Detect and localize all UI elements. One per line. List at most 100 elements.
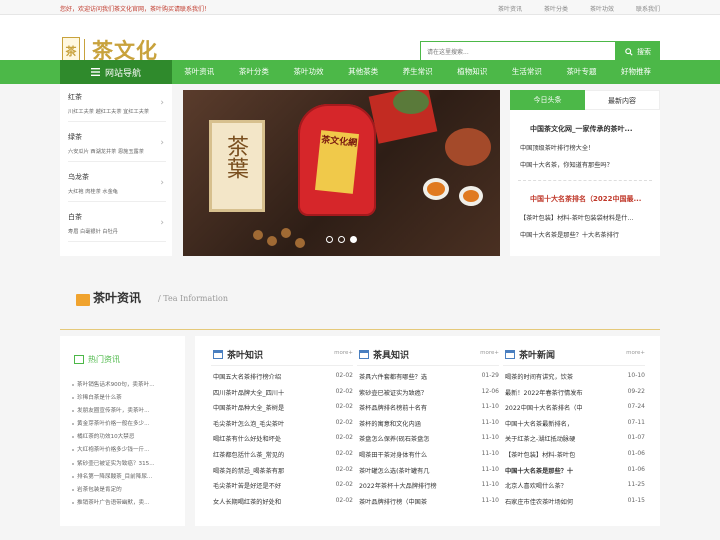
- headline-title[interactable]: 中国十大名茶排名（2022中国最...: [530, 194, 641, 204]
- article-title[interactable]: 女人长期喝红茶的好处和: [213, 497, 323, 506]
- list-item[interactable]: 大红袍茶叶价格多少钱一斤...: [72, 445, 180, 458]
- headline-link[interactable]: 中国十大名茶，你知道有那些吗？: [520, 160, 613, 169]
- article-title[interactable]: 毛尖茶叶苦是好还是不好: [213, 481, 323, 490]
- article-title[interactable]: 茶杯品牌排名榜前十名有: [359, 403, 469, 412]
- article-title[interactable]: 喝茶尧的禁忌_喝茶茶有那: [213, 466, 323, 475]
- hero-banner[interactable]: 茶葉 茶文化網: [183, 90, 500, 256]
- carousel-dot-3[interactable]: [350, 236, 357, 243]
- table-row[interactable]: 茶杯品牌排名榜前十名有 11-10: [359, 403, 499, 419]
- more-link[interactable]: more+: [626, 350, 645, 356]
- category-green-tea[interactable]: 绿茶 六安瓜片 西湖龙井茶 恩施玉露茶 ›: [68, 126, 166, 162]
- table-row[interactable]: 中国五大名茶排行榜介绍 02-02: [213, 372, 353, 388]
- list-item[interactable]: 排名第一降尿酸茶_目前降尿...: [72, 472, 180, 485]
- table-row[interactable]: 中国十大名茶最新排名， 07-11: [505, 419, 645, 435]
- table-row[interactable]: 【茶叶包装】材料-茶叶包 01-06: [505, 450, 645, 466]
- nav-item-topic[interactable]: 茶叶专题: [554, 60, 609, 84]
- table-row[interactable]: 喝茶的时间有讲究，饮茶 10-10: [505, 372, 645, 388]
- nav-item-other-tea[interactable]: 其他茶类: [336, 60, 391, 84]
- table-row[interactable]: 喝茶田干茶对身体有什么 11-10: [359, 450, 499, 466]
- article-title[interactable]: 茶叶品牌排行榜（中国茶: [359, 497, 469, 506]
- article-title[interactable]: 关于红茶之-湖红抵动脉硬: [505, 434, 615, 443]
- nav-item-tea-news[interactable]: 茶叶资讯: [172, 60, 227, 84]
- list-item[interactable]: 发朋友圈宣传茶叶，卖茶叶...: [72, 406, 180, 419]
- nav-item-recommend[interactable]: 好物推荐: [609, 60, 664, 84]
- tab-latest-content[interactable]: 最新内容: [585, 90, 660, 110]
- article-title[interactable]: 2022年茶杯十大品牌排行榜: [359, 481, 469, 490]
- table-row[interactable]: 中国十大名茶是那些？十 01-06: [505, 466, 645, 482]
- headline-link[interactable]: 中国顶级茶叶排行榜大全！: [520, 143, 594, 152]
- list-item[interactable]: 橘红茶的功效10大禁忌: [72, 432, 180, 445]
- article-title[interactable]: 红茶都包括什么茶_常见的: [213, 450, 323, 459]
- table-row[interactable]: 关于红茶之-湖红抵动脉硬 01-07: [505, 434, 645, 450]
- table-row[interactable]: 茶杯的寓意和文化内涵 11-10: [359, 419, 499, 435]
- table-row[interactable]: 毛尖茶叶苦是好还是不好 02-02: [213, 481, 353, 497]
- table-row[interactable]: 紫砂壶已被证实为致癌？ 12-06: [359, 388, 499, 404]
- table-row[interactable]: 茶叶品牌排行榜（中国茶 11-10: [359, 497, 499, 513]
- table-row[interactable]: 毛尖茶叶怎么泡_毛尖茶叶 02-02: [213, 419, 353, 435]
- headline-title[interactable]: 中国茶文化网_一家传承的茶叶...: [530, 124, 632, 134]
- article-title[interactable]: 茶杯的寓意和文化内涵: [359, 419, 469, 428]
- article-title[interactable]: 毛尖茶叶怎么泡_毛尖茶叶: [213, 419, 323, 428]
- table-row[interactable]: 喝茶尧的禁忌_喝茶茶有那 02-02: [213, 466, 353, 482]
- article-title[interactable]: 中国茶叶品种大全_茶树是: [213, 403, 323, 412]
- article-title[interactable]: 最新！2022年春茶行情发布: [505, 388, 615, 397]
- table-row[interactable]: 2022中国十大名茶排名（中 07-24: [505, 403, 645, 419]
- tab-today-headlines[interactable]: 今日头条: [510, 90, 585, 110]
- headline-link[interactable]: 中国十大名茶是那些？十大名茶排行: [520, 230, 619, 239]
- headlines-box: 今日头条 最新内容 中国茶文化网_一家传承的茶叶... 中国顶级茶叶排行榜大全！…: [510, 90, 660, 256]
- article-title[interactable]: 石家庄市佳农茶叶场如何: [505, 497, 615, 506]
- top-link-effect[interactable]: 茶叶功效: [590, 4, 614, 13]
- article-title[interactable]: 茶叶罐怎么选(茶叶罐有几: [359, 466, 469, 475]
- table-row[interactable]: 北京人喜欢喝什么茶？ 11-25: [505, 481, 645, 497]
- category-white-tea[interactable]: 白茶 寿眉 白毫银针 白牡丹 ›: [68, 206, 166, 242]
- list-item[interactable]: 紫砂壶已被证实为致癌？315...: [72, 459, 180, 472]
- table-row[interactable]: 2022年茶杯十大品牌排行榜 11-10: [359, 481, 499, 497]
- article-title[interactable]: 喝红茶有什么好处和坏处: [213, 434, 323, 443]
- nav-item-life[interactable]: 生活常识: [500, 60, 555, 84]
- list-item[interactable]: 推销茶叶广告语带幽默，卖...: [72, 498, 180, 511]
- table-row[interactable]: 最新！2022年春茶行情发布 09-22: [505, 388, 645, 404]
- table-row[interactable]: 四川茶叶品牌大全_四川十 02-02: [213, 388, 353, 404]
- list-item[interactable]: 珍稀白茶是什么茶: [72, 393, 180, 406]
- carousel-dot-2[interactable]: [338, 236, 345, 243]
- article-title[interactable]: 【茶叶包装】材料-茶叶包: [505, 450, 615, 459]
- article-title[interactable]: 中国五大名茶排行榜介绍: [213, 372, 323, 381]
- table-row[interactable]: 茶具六件套都有哪些？选 01-29: [359, 372, 499, 388]
- article-title[interactable]: 喝茶田干茶对身体有什么: [359, 450, 469, 459]
- table-row[interactable]: 女人长期喝红茶的好处和 02-02: [213, 497, 353, 513]
- table-row[interactable]: 红茶都包括什么茶_常见的 02-02: [213, 450, 353, 466]
- nav-item-health[interactable]: 养生常识: [390, 60, 445, 84]
- article-title[interactable]: 紫砂壶已被证实为致癌？: [359, 388, 469, 397]
- table-row[interactable]: 茶盘怎么保养(砚石茶盘怎 11-10: [359, 434, 499, 450]
- top-link-news[interactable]: 茶叶资讯: [498, 4, 522, 13]
- top-link-category[interactable]: 茶叶分类: [544, 4, 568, 13]
- carousel-dot-1[interactable]: [326, 236, 333, 243]
- article-title[interactable]: 中国十大名茶是那些？十: [505, 466, 615, 475]
- article-title[interactable]: 北京人喜欢喝什么茶？: [505, 481, 615, 490]
- category-black-tea[interactable]: 红茶 川红工夫茶 越红工夫茶 宜红工夫茶 ›: [68, 86, 166, 122]
- headline-link[interactable]: 【茶叶包装】材料-茶叶包装袋材料是什...: [520, 213, 633, 222]
- article-title[interactable]: 茶具六件套都有哪些？选: [359, 372, 469, 381]
- article-title[interactable]: 2022中国十大名茶排名（中: [505, 403, 615, 412]
- nav-item-tea-effect[interactable]: 茶叶功效: [281, 60, 336, 84]
- table-row[interactable]: 石家庄市佳农茶叶场如何 01-15: [505, 497, 645, 513]
- more-link[interactable]: more+: [480, 350, 499, 356]
- list-item[interactable]: 茶叶销售话术900句，卖茶叶...: [72, 380, 180, 393]
- nav-item-plant[interactable]: 植物知识: [445, 60, 500, 84]
- nav-item-tea-category[interactable]: 茶叶分类: [227, 60, 282, 84]
- more-link[interactable]: more+: [334, 350, 353, 356]
- category-oolong-tea[interactable]: 乌龙茶 大红袍 肉桂茶 水金龟 ›: [68, 166, 166, 202]
- list-item[interactable]: 岩茶包装是肯定的: [72, 485, 180, 498]
- top-link-contact[interactable]: 联系我们: [636, 4, 660, 13]
- article-title[interactable]: 喝茶的时间有讲究，饮茶: [505, 372, 615, 381]
- article-title[interactable]: 四川茶叶品牌大全_四川十: [213, 388, 323, 397]
- table-row[interactable]: 茶叶罐怎么选(茶叶罐有几 11-10: [359, 466, 499, 482]
- table-row[interactable]: 中国茶叶品种大全_茶树是 02-02: [213, 403, 353, 419]
- article-title[interactable]: 中国十大名茶最新排名，: [505, 419, 615, 428]
- article-title[interactable]: 茶盘怎么保养(砚石茶盘怎: [359, 434, 469, 443]
- table-row[interactable]: 喝红茶有什么好处和坏处 02-02: [213, 434, 353, 450]
- section-title: 茶叶资讯: [93, 291, 142, 305]
- tea-news-heading: 茶叶资讯 / Tea Information: [60, 286, 660, 330]
- list-item[interactable]: 黄金芽茶叶价格一般在多少...: [72, 419, 180, 432]
- nav-site-guide[interactable]: 网站导航: [60, 60, 172, 84]
